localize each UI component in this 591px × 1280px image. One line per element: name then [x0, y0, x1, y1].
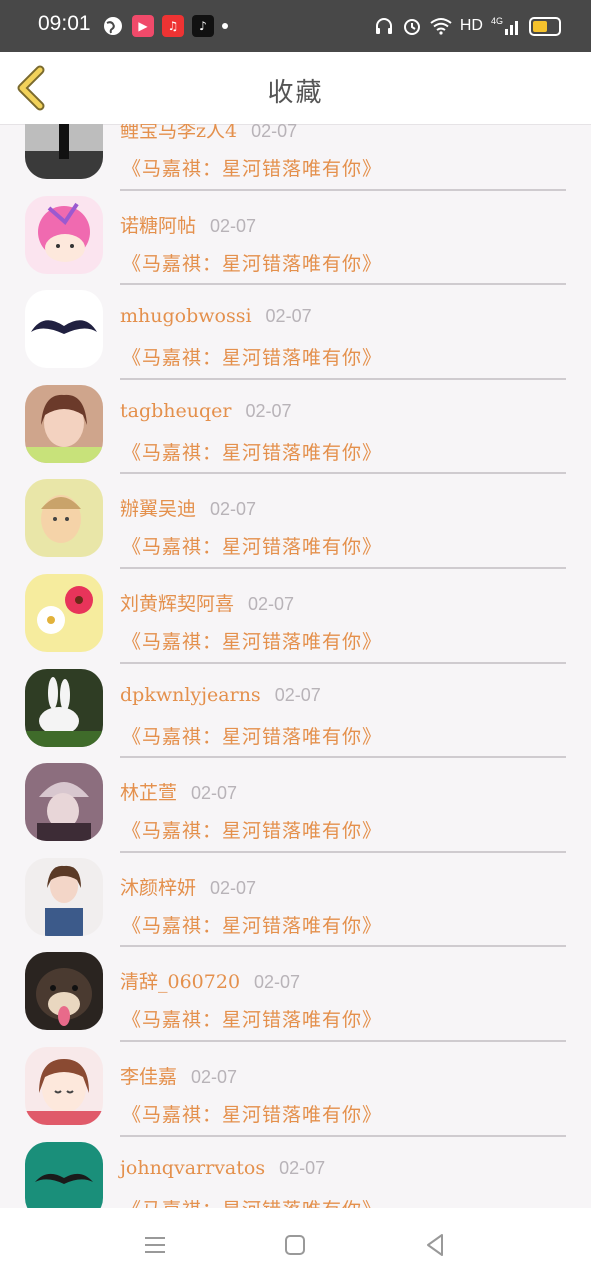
list-item[interactable]: 李佳嘉 02-07 《马嘉祺：星河错落唯有你》: [0, 1042, 591, 1137]
signal-icon: [505, 21, 518, 35]
work-title[interactable]: 《马嘉祺：星河错落唯有你》: [122, 438, 382, 465]
work-title[interactable]: 《马嘉祺：星河错落唯有你》: [122, 722, 382, 749]
user-name[interactable]: mhugobwossi 02-07: [120, 305, 312, 327]
work-title[interactable]: 《马嘉祺：星河错落唯有你》: [122, 532, 382, 559]
top-app-bar: 收藏: [0, 52, 591, 125]
list-item[interactable]: 诺糖阿帖 02-07 《马嘉祺：星河错落唯有你》: [0, 191, 591, 286]
post-date: 02-07: [210, 499, 257, 520]
user-name[interactable]: johnqvarrvatos 02-07: [120, 1157, 325, 1179]
page-title: 收藏: [267, 78, 324, 108]
avatar[interactable]: [25, 384, 103, 463]
post-date: 02-07: [191, 1066, 238, 1087]
wifi-icon: [430, 18, 452, 35]
list-item[interactable]: 鲤宝马李z人4 02-07 《马嘉祺：星河错落唯有你》: [0, 124, 591, 191]
avatar[interactable]: [25, 1141, 103, 1208]
back-nav-icon[interactable]: [420, 1230, 450, 1260]
user-name[interactable]: tagbheuqer 02-07: [120, 400, 292, 422]
avatar[interactable]: [25, 668, 103, 747]
post-date: 02-07: [279, 1157, 326, 1178]
list-item[interactable]: tagbheuqer 02-07 《马嘉祺：星河错落唯有你》: [0, 380, 591, 475]
signal-label: 4G: [490, 16, 503, 26]
system-nav-bar: [0, 1208, 591, 1280]
avatar[interactable]: [25, 952, 103, 1031]
menu-icon[interactable]: [140, 1230, 170, 1260]
user-name[interactable]: 刘黄辉契阿喜 02-07: [120, 589, 294, 616]
tiktok-icon: ♪: [192, 15, 214, 37]
work-title[interactable]: 《马嘉祺：星河错落唯有你》: [122, 1005, 382, 1032]
work-title[interactable]: 《马嘉祺：星河错落唯有你》: [122, 911, 382, 938]
user-name[interactable]: 林芷萱 02-07: [120, 778, 237, 805]
list-item[interactable]: 清辞_060720 02-07 《马嘉祺：星河错落唯有你》: [0, 947, 591, 1042]
post-date: 02-07: [245, 400, 292, 421]
avatar[interactable]: [25, 290, 103, 369]
post-date: 02-07: [210, 215, 257, 236]
post-date: 02-07: [248, 593, 295, 614]
list-item[interactable]: johnqvarrvatos02-07 《马嘉祺：星河错落唯有你》: [0, 1137, 591, 1208]
user-name[interactable]: 清辞_060720 02-07: [120, 967, 300, 994]
more-notifications-dot: [222, 23, 228, 29]
user-name[interactable]: dpkwnlyjearns 02-07: [120, 684, 321, 706]
avatar[interactable]: [25, 1046, 103, 1125]
post-date: 02-07: [274, 684, 321, 705]
home-icon[interactable]: [280, 1230, 310, 1260]
user-name[interactable]: 辦翼吴迪 02-07: [120, 494, 256, 521]
avatar[interactable]: [25, 857, 103, 936]
battery-icon: [529, 16, 561, 36]
work-title[interactable]: 《马嘉祺：星河错落唯有你》: [122, 816, 382, 843]
avatar[interactable]: [25, 763, 103, 842]
music-app-icon: ♫: [162, 15, 184, 37]
avatar[interactable]: [25, 573, 103, 652]
work-title[interactable]: 《马嘉祺：星河错落唯有你》: [122, 627, 382, 654]
user-name[interactable]: 沐颜梓妍 02-07: [120, 873, 256, 900]
work-title[interactable]: 《马嘉祺：星河错落唯有你》: [122, 1195, 382, 1208]
post-date: 02-07: [254, 972, 301, 993]
video-app-icon: ▶: [132, 15, 154, 37]
notification-icons: ▶ ♫ ♪: [102, 14, 228, 38]
work-title[interactable]: 《马嘉祺：星河错落唯有你》: [122, 1100, 382, 1127]
list-item[interactable]: 沐颜梓妍 02-07 《马嘉祺：星河错落唯有你》: [0, 853, 591, 948]
headphones-icon: [375, 18, 392, 34]
list-item[interactable]: dpkwnlyjearns 02-07 《马嘉祺：星河错落唯有你》: [0, 664, 591, 759]
user-name[interactable]: 鲤宝马李z人4 02-07: [120, 124, 297, 143]
status-bar: 09:01 ▶ ♫ ♪ HD 4G: [0, 0, 591, 52]
globe-icon: [104, 17, 122, 35]
list-item[interactable]: 林芷萱 02-07 《马嘉祺：星河错落唯有你》: [0, 758, 591, 853]
post-date: 02-07: [251, 124, 298, 141]
user-name[interactable]: 诺糖阿帖 02-07: [120, 211, 256, 238]
alarm-icon: [403, 19, 420, 35]
user-name[interactable]: 李佳嘉 02-07: [120, 1062, 237, 1089]
work-title[interactable]: 《马嘉祺：星河错落唯有你》: [122, 154, 382, 181]
avatar[interactable]: [25, 479, 103, 558]
favorites-list[interactable]: 鲤宝马李z人4 02-07 《马嘉祺：星河错落唯有你》 诺糖阿帖 02-07 《马嘉祺：星…: [0, 124, 591, 1208]
system-icons: HD 4G: [374, 13, 561, 39]
post-date: 02-07: [191, 783, 238, 804]
post-date: 02-07: [265, 306, 312, 327]
list-item[interactable]: 辦翼吴迪 02-07 《马嘉祺：星河错落唯有你》: [0, 474, 591, 569]
avatar[interactable]: [25, 195, 103, 274]
post-date: 02-07: [210, 877, 257, 898]
status-time: 09:01: [38, 12, 91, 35]
list-item[interactable]: mhugobwossi 02-07 《马嘉祺：星河错落唯有你》: [0, 285, 591, 380]
work-title[interactable]: 《马嘉祺：星河错落唯有你》: [122, 249, 382, 276]
work-title[interactable]: 《马嘉祺：星河错落唯有你》: [122, 343, 382, 370]
avatar[interactable]: [25, 124, 103, 179]
list-item[interactable]: 刘黄辉契阿喜 02-07 《马嘉祺：星河错落唯有你》: [0, 569, 591, 664]
network-type: HD: [459, 17, 483, 34]
